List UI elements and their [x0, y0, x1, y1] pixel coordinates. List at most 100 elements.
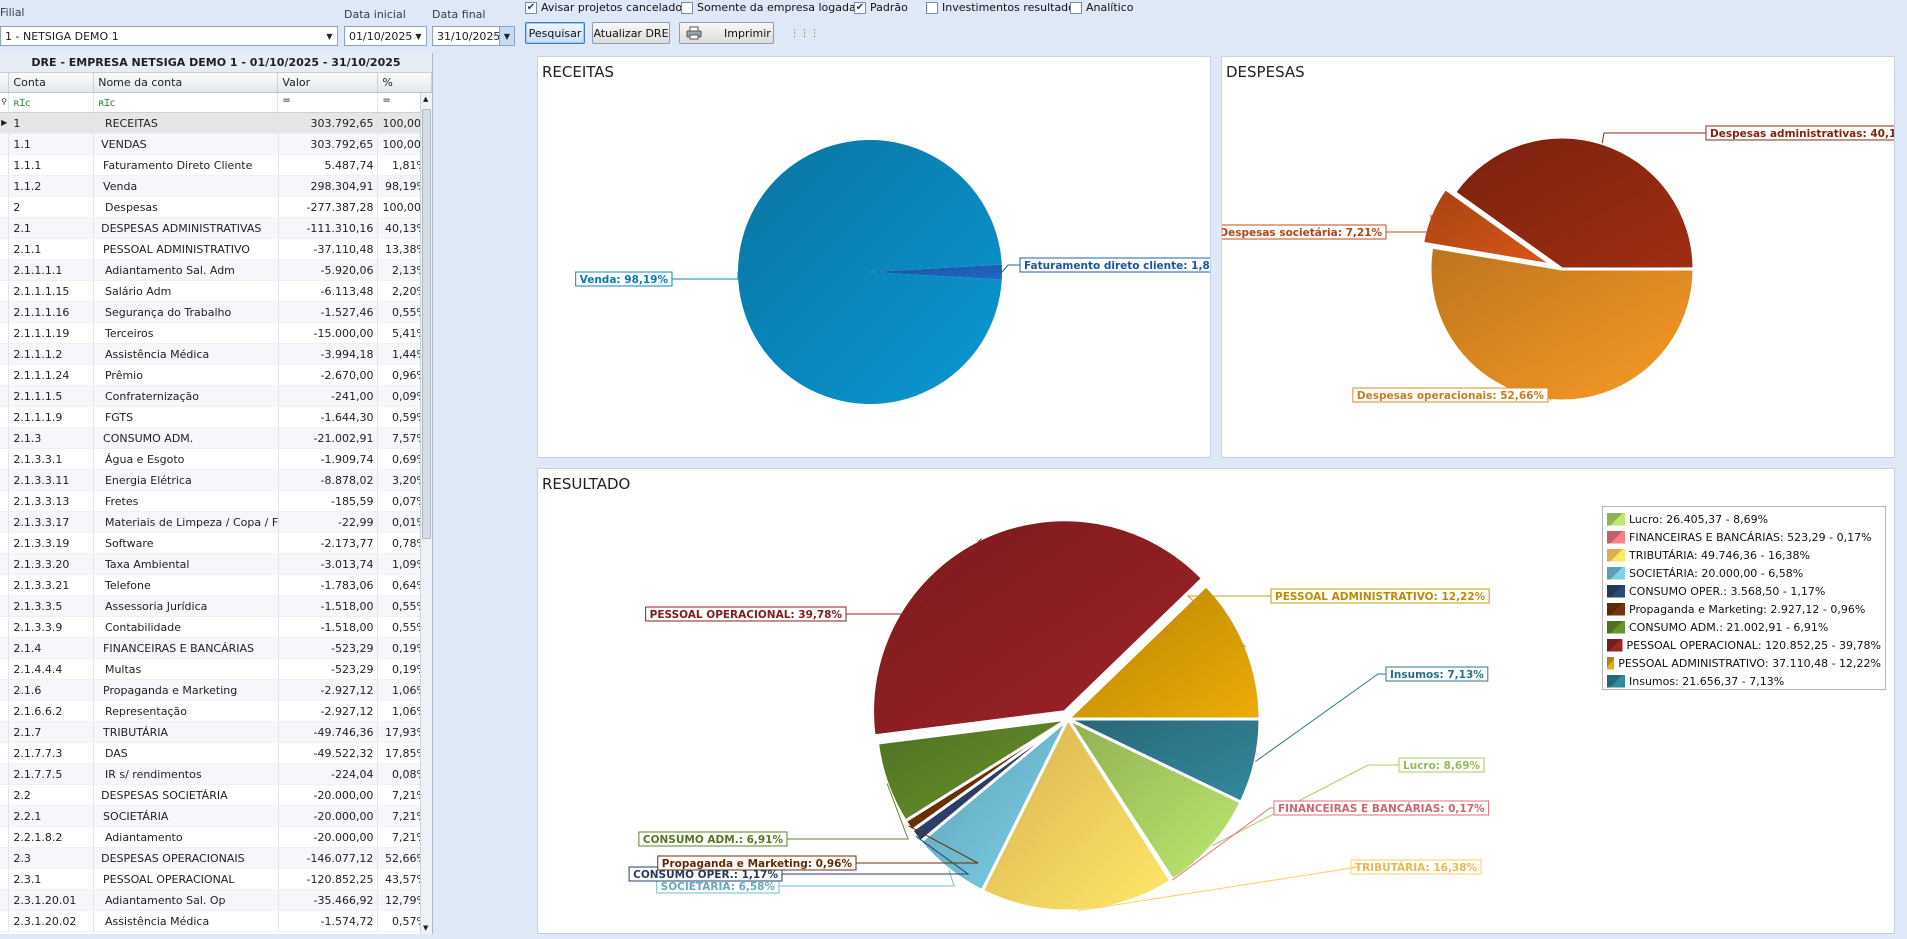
cell-valor: 298.304,91: [279, 176, 379, 196]
analitico-checkbox[interactable]: Analítico: [1070, 1, 1134, 14]
filter-nome[interactable]: ʀꞮᴄ: [94, 93, 279, 112]
table-row[interactable]: 2.1.1.1.19 Terceiros -15.000,00 5,41%: [0, 323, 432, 344]
table-row[interactable]: 2.1.1.1.16 Segurança do Trabalho -1.527,46…: [0, 302, 432, 323]
table-row[interactable]: 2.1.3.3.13 Fretes -185,59 0,07%: [0, 491, 432, 512]
table-row[interactable]: 2.1.4 FINANCEIRAS E BANCÁRIAS -523,29 0,19%: [0, 638, 432, 659]
row-indicator: [0, 638, 10, 658]
pie-slice[interactable]: [1428, 245, 1696, 403]
grid-vertical-scrollbar[interactable]: ▲ ▼: [420, 93, 432, 934]
table-row[interactable]: 2.1.1 PESSOAL ADMINISTRATIVO -37.110,48 13,…: [0, 239, 432, 260]
table-row[interactable]: 2.1.3.3.21 Telefone -1.783,06 0,64%: [0, 575, 432, 596]
cell-conta: 1.1.2: [9, 176, 95, 196]
cell-nome: Fretes: [94, 491, 279, 511]
table-row[interactable]: 2.1.1.1.2 Assistência Médica -3.994,18 1,44…: [0, 344, 432, 365]
cell-conta: 2.3: [9, 848, 95, 868]
row-indicator: [0, 764, 10, 784]
cell-nome: Taxa Ambiental: [94, 554, 279, 574]
table-row[interactable]: 2.1.1.1.1 Adiantamento Sal. Adm -5.920,06 2…: [0, 260, 432, 281]
checkbox-box[interactable]: [1070, 1, 1082, 14]
drag-grip-icon[interactable]: ⋮⋮⋮: [790, 29, 820, 39]
column-conta[interactable]: Conta: [9, 73, 95, 92]
checkbox-box[interactable]: ✔: [854, 1, 866, 14]
table-row[interactable]: 2.1.7.7.3 DAS -49.522,32 17,85%: [0, 743, 432, 764]
table-row[interactable]: 2.1.3.3.17 Materiais de Limpeza / Copa / …: [0, 512, 432, 533]
cell-conta: 2: [9, 197, 94, 217]
cell-conta: 2.1.4: [9, 638, 95, 658]
cell-valor: -120.852,25: [279, 869, 379, 889]
row-indicator: [0, 806, 10, 826]
table-row[interactable]: 2.1.3.3.9 Contabilidade -1.518,00 0,55%: [0, 617, 432, 638]
cell-conta: 2.1.3.3.1: [9, 449, 94, 469]
imprimir-button[interactable]: Imprimir: [679, 22, 774, 44]
filter-valor[interactable]: =: [278, 93, 379, 112]
table-row[interactable]: 2 Despesas -277.387,28 100,00%: [0, 197, 432, 218]
table-row[interactable]: 2.1.3.3.11 Energia Elétrica -8.878,02 3,20%: [0, 470, 432, 491]
avisar-projetos-checkbox[interactable]: ✔ Avisar projetos cancelados: [525, 1, 688, 14]
scroll-up-icon[interactable]: ▲: [423, 95, 428, 103]
table-row[interactable]: 2.2.1 SOCIETÁRIA -20.000,00 7,21%: [0, 806, 432, 827]
table-row[interactable]: 1.1 VENDAS 303.792,65 100,00%: [0, 134, 432, 155]
calendar-dropdown-icon[interactable]: ▼: [499, 27, 514, 45]
filter-conta[interactable]: ʀꞮᴄ: [9, 93, 95, 112]
table-row[interactable]: 2.1.3.3.20 Taxa Ambiental -3.013,74 1,09%: [0, 554, 432, 575]
table-row[interactable]: 2.1 DESPESAS ADMINISTRATIVAS -111.310,16 40…: [0, 218, 432, 239]
checkbox-box[interactable]: [681, 1, 693, 14]
data-final-field[interactable]: 31/10/2025 ▼: [432, 26, 515, 46]
table-row[interactable]: 2.1.3 CONSUMO ADM. -21.002,91 7,57%: [0, 428, 432, 449]
cell-nome: Segurança do Trabalho: [94, 302, 279, 322]
calendar-dropdown-icon[interactable]: ▼: [411, 27, 426, 45]
table-row[interactable]: 2.2.1.8.2 Adiantamento -20.000,00 7,21%: [0, 827, 432, 848]
cell-valor: -5.920,06: [279, 260, 379, 280]
chevron-down-icon[interactable]: ▼: [322, 27, 337, 45]
table-row[interactable]: 2.1.6.6.2 Representação -2.927,12 1,06%: [0, 701, 432, 722]
table-row[interactable]: 2.1.1.1.15 Salário Adm -6.113,48 2,20%: [0, 281, 432, 302]
scroll-down-icon[interactable]: ▼: [423, 924, 428, 932]
table-row[interactable]: 2.1.4.4.4 Multas -523,29 0,19%: [0, 659, 432, 680]
table-row[interactable]: 2.1.7 TRIBUTÁRIA -49.746,36 17,93%: [0, 722, 432, 743]
checkbox-box[interactable]: ✔: [525, 1, 537, 14]
cell-valor: -20.000,00: [279, 806, 379, 826]
cell-nome: Multas: [94, 659, 279, 679]
cell-conta: 2.3.1.20.01: [9, 890, 94, 910]
table-row[interactable]: 2.3.1.20.01 Adiantamento Sal. Op -35.466,9…: [0, 890, 432, 911]
pesquisar-button[interactable]: Pesquisar: [525, 22, 585, 44]
table-row[interactable]: 2.3.1 PESSOAL OPERACIONAL -120.852,25 43,57…: [0, 869, 432, 890]
cell-nome: RECEITAS: [94, 113, 279, 133]
column-valor[interactable]: Valor: [278, 73, 379, 92]
label-leader-line: [1601, 132, 1706, 144]
data-inicial-field[interactable]: 01/10/2025 ▼: [344, 26, 427, 46]
table-row[interactable]: ▶ 1 RECEITAS 303.792,65 100,00%: [0, 113, 432, 134]
table-row[interactable]: 2.1.1.1.24 Prêmio -2.670,00 0,96%: [0, 365, 432, 386]
table-row[interactable]: 2.1.3.3.19 Software -2.173,77 0,78%: [0, 533, 432, 554]
legend-item: PESSOAL ADMINISTRATIVO: 37.110,48 - 12,2…: [1607, 654, 1881, 672]
cell-valor: -2.927,12: [279, 680, 379, 700]
table-row[interactable]: 1.1.1 Faturamento Direto Cliente 5.487,74 1…: [0, 155, 432, 176]
grid-rows: ▶ 1 RECEITAS 303.792,65 100,00% 1.1 VENDAS 303.…: [0, 113, 432, 932]
table-row[interactable]: 2.1.1.1.9 FGTS -1.644,30 0,59%: [0, 407, 432, 428]
table-row[interactable]: 2.1.3.3.5 Assessoria Jurídica -1.518,00 0,5…: [0, 596, 432, 617]
column-nome[interactable]: Nome da conta: [94, 73, 279, 92]
column-percent[interactable]: %: [378, 73, 432, 92]
investimentos-checkbox[interactable]: Investimentos resultado: [926, 1, 1075, 14]
table-row[interactable]: 2.2 DESPESAS SOCIETÁRIA -20.000,00 7,21%: [0, 785, 432, 806]
cell-nome: Contabilidade: [94, 617, 279, 637]
table-row[interactable]: 2.3 DESPESAS OPERACIONAIS -146.077,12 52,66…: [0, 848, 432, 869]
cell-conta: 2.1.7: [9, 722, 95, 742]
atualizar-dre-button[interactable]: Atualizar DRE: [592, 22, 670, 44]
row-indicator: [0, 197, 10, 217]
cell-nome: CONSUMO ADM.: [94, 428, 279, 448]
table-row[interactable]: 2.3.1.20.02 Assistência Médica -1.574,72 0,…: [0, 911, 432, 932]
padrao-checkbox[interactable]: ✔ Padrão: [854, 1, 908, 14]
legend-swatch: [1607, 674, 1625, 688]
scrollbar-thumb[interactable]: [422, 109, 431, 539]
table-row[interactable]: 2.1.7.7.5 IR s/ rendimentos -224,04 0,08%: [0, 764, 432, 785]
somente-empresa-checkbox[interactable]: Somente da empresa logada: [681, 1, 856, 14]
filial-select[interactable]: 1 - NETSIGA DEMO 1 ▼: [0, 26, 338, 46]
cell-conta: 2.1.7.7.3: [9, 743, 94, 763]
cell-nome: Telefone: [94, 575, 279, 595]
checkbox-box[interactable]: [926, 1, 938, 14]
table-row[interactable]: 2.1.1.1.5 Confraternização -241,00 0,09%: [0, 386, 432, 407]
table-row[interactable]: 2.1.6 Propaganda e Marketing -2.927,12 1,06…: [0, 680, 432, 701]
table-row[interactable]: 2.1.3.3.1 Água e Esgoto -1.909,74 0,69%: [0, 449, 432, 470]
table-row[interactable]: 1.1.2 Venda 298.304,91 98,19%: [0, 176, 432, 197]
